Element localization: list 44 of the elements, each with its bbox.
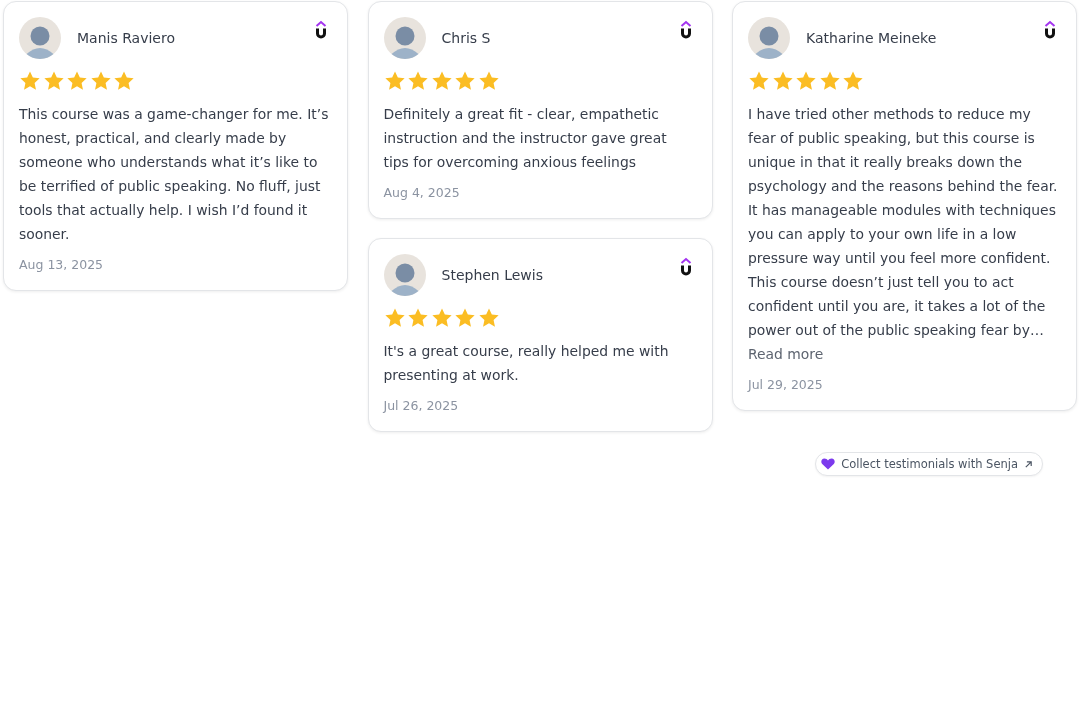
read-more-link[interactable]: Read more bbox=[748, 342, 824, 366]
star-icon bbox=[842, 70, 864, 92]
star-icon bbox=[66, 70, 88, 92]
star-icon bbox=[454, 70, 476, 92]
star-icon bbox=[19, 70, 41, 92]
review-text: This course was a game-changer for me. It’s honest, practical, and clearly made by someone who understands what it’s like to be terrified of public speaking. No fluff, just tools that actually help. I wish I’d found it sooner. bbox=[19, 105, 330, 244]
avatar-icon bbox=[383, 254, 426, 296]
avatar-icon bbox=[383, 17, 426, 59]
review-text: I have tried other methods to reduce my fear of public speaking, but this course is unique in that it really breaks down the psychology and the reasons behind the fear. It has manageable modules with techniques you can apply to your own life in a low pressure way until you feel more confident. This course doesn’t just tell you to act confident until you are, it takes a lot of the power out of the public speaking fear by… bbox=[748, 105, 1059, 340]
avatar-icon bbox=[748, 17, 790, 59]
star-icon bbox=[42, 70, 65, 92]
review-text: Definitely a great fit - clear, empathetic instruction and the instructor gave great tips for overcoming anxious feelings bbox=[383, 105, 668, 172]
avatar-icon bbox=[19, 17, 61, 59]
star-icon bbox=[113, 70, 135, 92]
logo-icon bbox=[679, 257, 692, 277]
star-icon bbox=[430, 307, 453, 329]
star-icon bbox=[383, 307, 406, 329]
star-icon bbox=[795, 70, 817, 92]
logo-icon bbox=[679, 20, 692, 40]
star-icon bbox=[818, 70, 841, 92]
reviewer-name: Stephen Lewis bbox=[441, 267, 543, 283]
reviewer-name: Katharine Meineke bbox=[806, 30, 937, 46]
review-text: It's a great course, really helped me with presenting at work. bbox=[383, 342, 670, 385]
reviewer-name: Chris S bbox=[441, 30, 491, 46]
collect-testimonials-link[interactable]: Collect testimonials with Senja bbox=[815, 452, 1043, 476]
star-icon bbox=[748, 70, 770, 92]
star-icon bbox=[407, 307, 429, 329]
logo-icon bbox=[1044, 20, 1056, 40]
star-icon bbox=[454, 307, 476, 329]
review-date: Jul 29, 2025 bbox=[748, 376, 823, 394]
star-icon bbox=[89, 70, 112, 92]
star-icon bbox=[771, 70, 794, 92]
review-date: Jul 26, 2025 bbox=[383, 397, 459, 415]
arrow-icon bbox=[1024, 459, 1033, 469]
star-icon bbox=[430, 70, 453, 92]
review-date: Aug 4, 2025 bbox=[383, 184, 460, 202]
review-date: Aug 13, 2025 bbox=[19, 256, 104, 274]
heart-icon bbox=[821, 458, 836, 470]
logo-icon bbox=[315, 20, 327, 40]
star-icon bbox=[477, 307, 500, 329]
star-icon bbox=[407, 70, 429, 92]
star-icon bbox=[477, 70, 500, 92]
star-icon bbox=[383, 70, 406, 92]
reviewer-name: Manis Raviero bbox=[77, 30, 175, 46]
